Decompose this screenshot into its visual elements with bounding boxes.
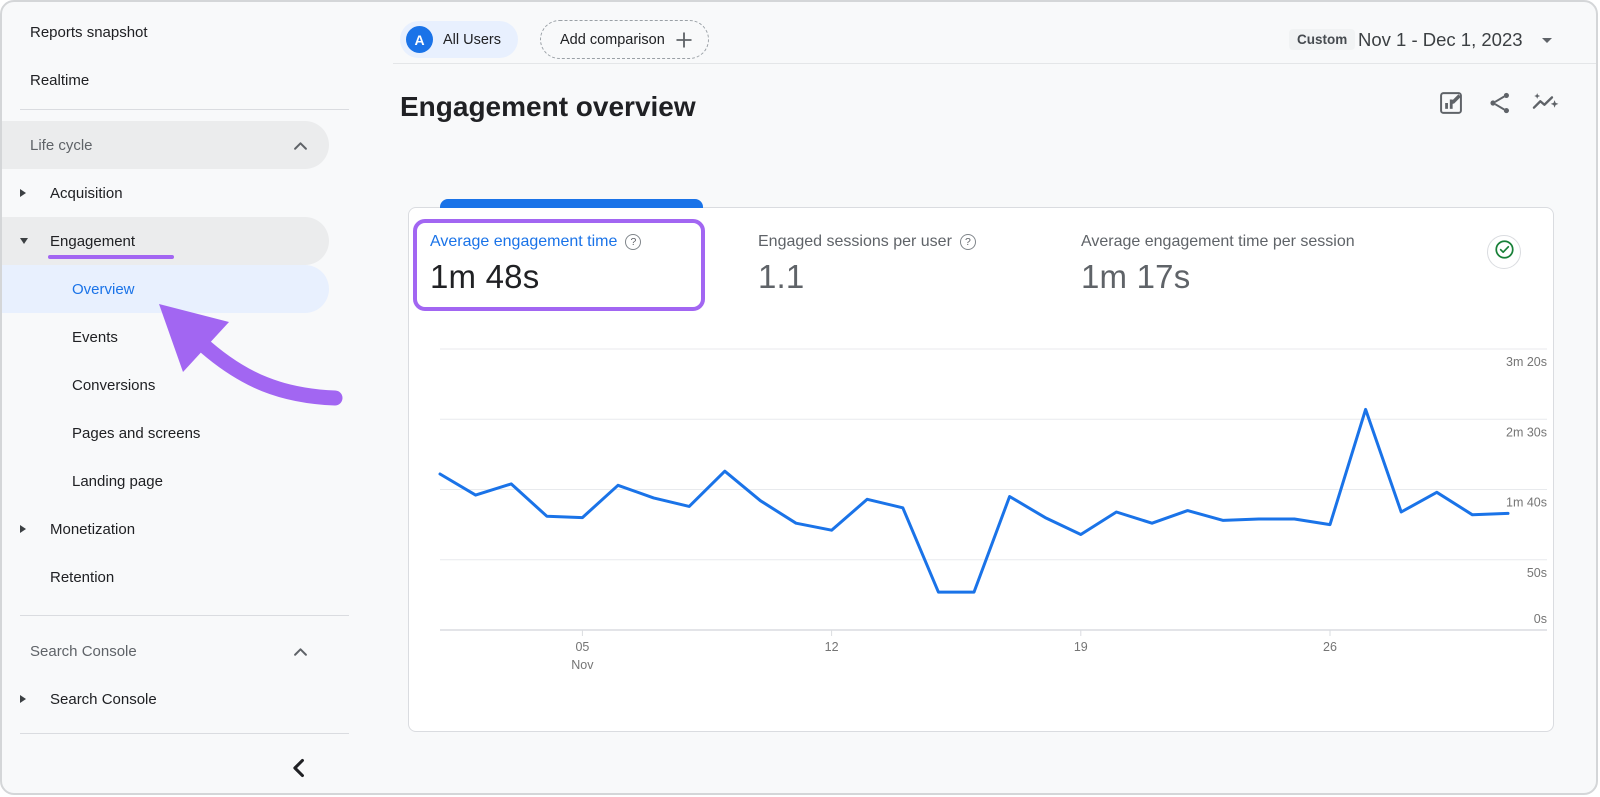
triangle-right-icon <box>20 525 32 533</box>
svg-text:2m 30s: 2m 30s <box>1506 425 1547 439</box>
chevron-up-icon <box>294 643 307 660</box>
all-users-chip[interactable]: A All Users <box>400 21 518 58</box>
svg-text:05: 05 <box>575 640 589 654</box>
date-range-picker[interactable]: Nov 1 - Dec 1, 2023 <box>1358 29 1523 51</box>
sidebar-divider <box>20 733 349 734</box>
sidebar-item-acquisition[interactable]: Acquisition <box>2 169 329 217</box>
sidebar-collapse-button[interactable] <box>288 757 310 779</box>
metric-label: Engaged sessions per user <box>758 233 952 251</box>
engagement-line-chart: 0s 50s 1m 40s 2m 30s 3m 20s 05 Nov 12 19 26 <box>409 333 1553 678</box>
help-icon[interactable]: ? <box>625 234 641 250</box>
sidebar-item-label: Realtime <box>30 72 89 89</box>
sidebar-item-label: Monetization <box>50 521 135 538</box>
sidebar-item-label: Reports snapshot <box>30 24 148 41</box>
sidebar-divider <box>20 615 349 616</box>
data-quality-check-icon <box>1493 238 1516 266</box>
insights-icon <box>1531 104 1559 121</box>
engagement-overview-card: Average engagement time? 1m 48s Engaged se… <box>408 207 1554 732</box>
metric-value: 1m 48s <box>430 258 641 296</box>
chevron-down-icon[interactable] <box>1542 38 1552 43</box>
customize-report-button[interactable] <box>1437 89 1465 117</box>
metric-tab-engaged-sessions-per-user[interactable]: Engaged sessions per user? 1.1 <box>758 233 976 296</box>
sidebar-section-life-cycle[interactable]: Life cycle <box>2 121 329 169</box>
sidebar-item-reports-snapshot[interactable]: Reports snapshot <box>2 8 329 56</box>
svg-text:12: 12 <box>825 640 839 654</box>
triangle-down-icon <box>20 238 32 244</box>
sidebar-item-label: Pages and screens <box>72 425 200 442</box>
sidebar-item-label: Events <box>72 329 118 346</box>
chevron-up-icon <box>294 137 307 154</box>
triangle-right-icon <box>20 189 32 197</box>
sidebar-item-search-console[interactable]: Search Console <box>2 675 329 723</box>
sidebar-item-label: Search Console <box>50 691 157 708</box>
share-report-button[interactable] <box>1486 89 1514 117</box>
metric-label: Average engagement time <box>430 233 617 251</box>
sidebar-nav: Reports snapshot Realtime Life cycle Acquis… <box>2 2 367 734</box>
svg-text:3m 20s: 3m 20s <box>1506 355 1547 369</box>
data-quality-button[interactable] <box>1487 235 1521 269</box>
sidebar-item-label: Acquisition <box>50 185 123 202</box>
sidebar-item-retention[interactable]: Retention <box>2 553 329 601</box>
sidebar-item-overview[interactable]: Overview <box>2 265 329 313</box>
selected-metric-tab-indicator <box>440 199 703 208</box>
share-icon <box>1486 104 1514 121</box>
chevron-left-icon <box>288 766 310 783</box>
sidebar-item-label: Life cycle <box>30 137 93 154</box>
add-comparison-label: Add comparison <box>560 32 665 48</box>
all-users-chip-label: All Users <box>443 32 501 48</box>
sidebar-divider <box>20 109 349 110</box>
metric-value: 1.1 <box>758 258 976 296</box>
svg-text:50s: 50s <box>1527 566 1547 580</box>
sidebar-item-pages-and-screens[interactable]: Pages and screens <box>2 409 329 457</box>
sidebar-item-realtime[interactable]: Realtime <box>2 56 329 104</box>
help-icon[interactable]: ? <box>960 234 976 250</box>
triangle-right-icon <box>20 695 32 703</box>
sidebar-item-label: Search Console <box>30 643 137 660</box>
sidebar-item-events[interactable]: Events <box>2 313 329 361</box>
sidebar-item-engagement[interactable]: Engagement <box>2 217 329 265</box>
sidebar-item-landing-page[interactable]: Landing page <box>2 457 329 505</box>
metric-tab-average-engagement-time[interactable]: Average engagement time? 1m 48s <box>430 233 641 296</box>
app-window: Reports snapshot Realtime Life cycle Acquis… <box>0 0 1598 795</box>
sidebar-item-label: Landing page <box>72 473 163 490</box>
page-title: Engagement overview <box>400 91 696 123</box>
insights-button[interactable] <box>1531 89 1559 117</box>
customize-report-icon <box>1437 104 1465 121</box>
svg-text:1m 40s: 1m 40s <box>1506 496 1547 510</box>
svg-text:26: 26 <box>1323 640 1337 654</box>
main-content: A All Users Add comparison Custom Nov 1 … <box>367 2 1596 793</box>
sidebar-section-search-console[interactable]: Search Console <box>2 627 329 675</box>
sidebar: Reports snapshot Realtime Life cycle Acquis… <box>2 2 367 793</box>
add-comparison-button[interactable]: Add comparison <box>540 20 709 59</box>
sidebar-item-label: Retention <box>50 569 114 586</box>
metric-label: Average engagement time per session <box>1081 233 1355 251</box>
metric-tab-average-engagement-time-per-session[interactable]: Average engagement time per session 1m 17… <box>1081 233 1355 296</box>
date-range-type-badge: Custom <box>1289 29 1355 50</box>
plus-icon <box>676 32 692 48</box>
segment-avatar: A <box>406 26 433 53</box>
svg-text:19: 19 <box>1074 640 1088 654</box>
sidebar-item-label: Engagement <box>50 233 135 250</box>
purple-annotation-underline <box>48 255 174 259</box>
sidebar-item-label: Overview <box>72 281 135 298</box>
svg-text:0s: 0s <box>1534 612 1547 626</box>
metric-value: 1m 17s <box>1081 258 1355 296</box>
sidebar-item-label: Conversions <box>72 377 155 394</box>
svg-text:Nov: Nov <box>571 658 594 672</box>
topbar-divider <box>393 63 1596 64</box>
sidebar-item-monetization[interactable]: Monetization <box>2 505 329 553</box>
sidebar-item-conversions[interactable]: Conversions <box>2 361 329 409</box>
